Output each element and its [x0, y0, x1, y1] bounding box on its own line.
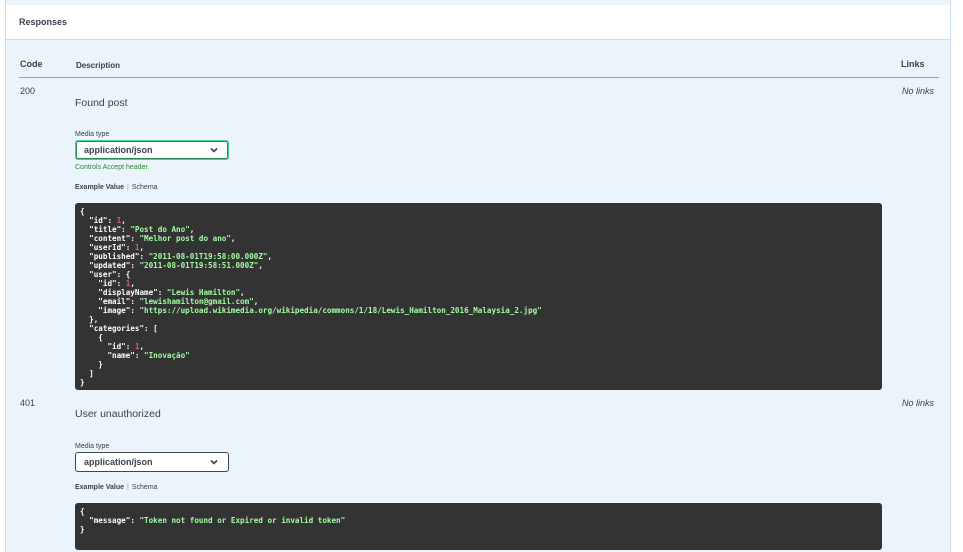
- tab-schema[interactable]: Schema: [132, 484, 158, 491]
- tab-schema[interactable]: Schema: [132, 184, 158, 191]
- example-json: { "id": 1, "title": "Post do Ano", "cont…: [80, 207, 542, 387]
- responses-title: Responses: [19, 17, 68, 27]
- media-type-value: application/json: [84, 145, 153, 155]
- chevron-down-icon: [210, 147, 218, 153]
- response-code: 200: [20, 86, 36, 96]
- header-divider: [19, 77, 939, 78]
- tab-example-value[interactable]: Example Value: [75, 484, 124, 491]
- media-type-value: application/json: [84, 457, 153, 467]
- response-code: 401: [20, 398, 36, 408]
- example-value-code[interactable]: { "message": "Token not found or Expired…: [75, 503, 882, 550]
- response-links: No links: [901, 398, 934, 408]
- chevron-down-icon: [210, 459, 218, 465]
- responses-panel: Responses Code Description Links 200 No …: [5, 0, 951, 552]
- example-json: { "message": "Token not found or Expired…: [80, 507, 346, 534]
- media-type-select[interactable]: application/json: [75, 140, 229, 160]
- example-value-code[interactable]: { "id": 1, "title": "Post do Ano", "cont…: [75, 203, 882, 390]
- response-links: No links: [901, 86, 934, 96]
- responses-header: Responses: [6, 5, 950, 40]
- media-type-select[interactable]: application/json: [75, 452, 229, 472]
- response-description: User unauthorized: [75, 408, 161, 420]
- response-description: Found post: [75, 97, 128, 109]
- controls-accept-note: Controls Accept header.: [75, 164, 150, 171]
- tab-example-value[interactable]: Example Value: [75, 184, 124, 191]
- media-type-label: Media type: [75, 443, 110, 450]
- example-tabs: Example Value | Schema: [75, 484, 158, 491]
- column-header-code: Code: [20, 59, 43, 69]
- example-tabs: Example Value | Schema: [75, 184, 158, 191]
- column-header-links: Links: [901, 59, 925, 69]
- column-header-description: Description: [76, 61, 121, 70]
- media-type-label: Media type: [75, 131, 110, 138]
